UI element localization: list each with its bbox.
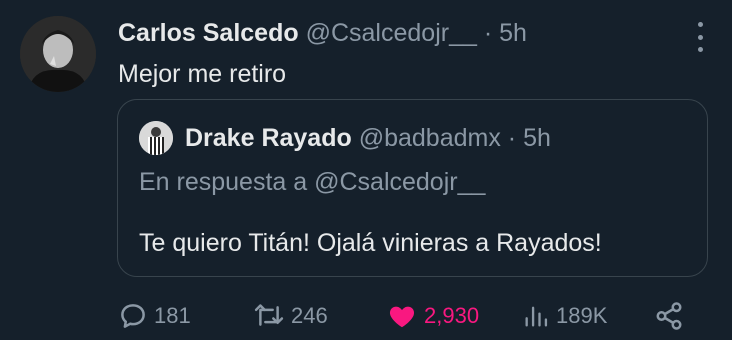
- quoted-header: Drake Rayado @badbadmx · 5h: [185, 121, 551, 155]
- retweet-icon: [254, 304, 284, 326]
- reply-count: 181: [154, 303, 191, 328]
- retweet-count: 246: [291, 303, 328, 328]
- quoted-text: Te quiero Titán! Ojalá vinieras a Rayado…: [139, 229, 602, 257]
- heart-icon: [389, 306, 415, 328]
- tweet-text: Mejor me retiro: [118, 60, 287, 88]
- reply-icon: [121, 304, 145, 328]
- views-icon: [525, 306, 548, 327]
- quoted-author-handle[interactable]: @badbadmx: [359, 124, 501, 152]
- tweet-time[interactable]: 5h: [499, 19, 527, 47]
- reply-button[interactable]: 181: [118, 296, 191, 336]
- author-name[interactable]: Carlos Salcedo: [118, 19, 299, 47]
- views-count: 189K: [556, 303, 608, 328]
- action-bar: 181 246 2,930 189K: [0, 296, 732, 336]
- more-vertical-icon[interactable]: [696, 22, 704, 52]
- author-avatar[interactable]: [20, 16, 96, 92]
- quoted-time[interactable]: 5h: [523, 124, 551, 152]
- like-button[interactable]: 2,930: [386, 296, 479, 336]
- share-button[interactable]: [654, 296, 684, 336]
- tweet[interactable]: Carlos Salcedo @Csalcedojr__ · 5h Mejor …: [0, 0, 732, 340]
- tweet-header: Carlos Salcedo @Csalcedojr__ · 5h: [118, 16, 527, 50]
- quoted-separator-dot: ·: [507, 124, 517, 152]
- like-count: 2,930: [424, 303, 480, 328]
- share-icon: [656, 302, 682, 330]
- quoted-author-name[interactable]: Drake Rayado: [185, 124, 352, 152]
- author-handle[interactable]: @Csalcedojr__: [306, 19, 477, 47]
- reply-context: En respuesta a @Csalcedojr__: [139, 168, 486, 196]
- quoted-author-avatar[interactable]: [139, 121, 173, 155]
- separator-dot: ·: [483, 19, 493, 47]
- views-button[interactable]: 189K: [522, 296, 607, 336]
- quoted-tweet[interactable]: Drake Rayado @badbadmx · 5h En respuesta…: [117, 99, 708, 277]
- retweet-button[interactable]: 246: [253, 296, 328, 336]
